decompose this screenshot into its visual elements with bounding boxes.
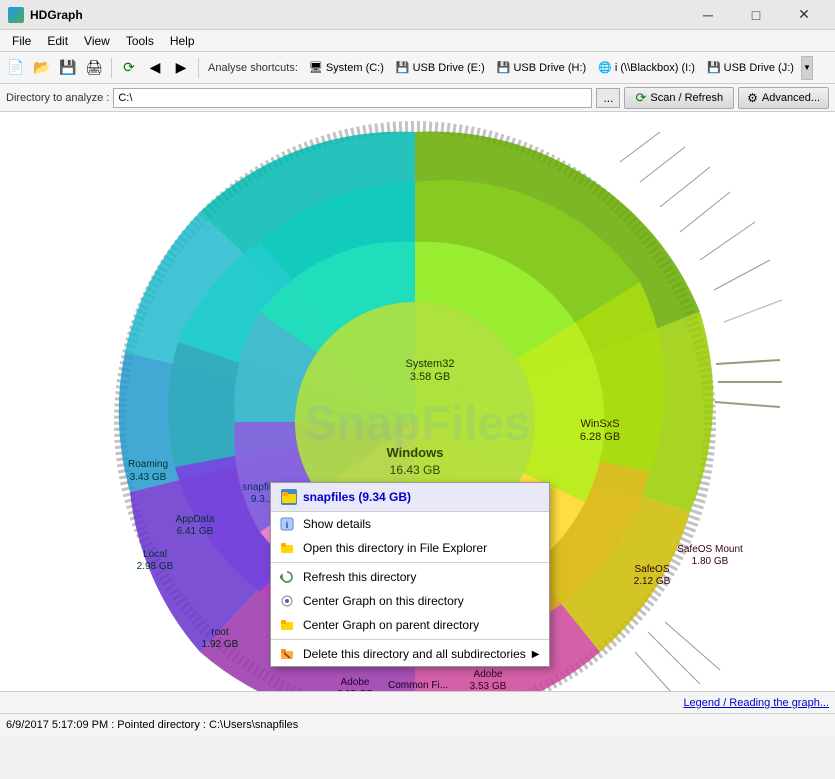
svg-text:Adobe: Adobe	[341, 677, 370, 688]
context-menu: snapfiles (9.34 GB) i Show details Open …	[270, 482, 550, 667]
refresh-icon	[279, 570, 295, 584]
ctx-delete-dir[interactable]: Delete this directory and all subdirecto…	[271, 642, 549, 666]
svg-text:AppData: AppData	[176, 514, 215, 525]
scan-refresh-button[interactable]: ⟳ Scan / Refresh	[624, 87, 734, 109]
toolbar-expand[interactable]: ▼	[801, 56, 813, 80]
print-button[interactable]: 🖨	[82, 56, 106, 80]
close-button[interactable]: ✕	[781, 0, 827, 30]
shortcut-blackbox-i[interactable]: 🌐 i (\\Blackbox) (I:)	[593, 57, 700, 79]
ctx-open-explorer[interactable]: Open this directory in File Explorer	[271, 536, 549, 560]
ctx-separator-1	[271, 562, 549, 563]
svg-text:16.43 GB: 16.43 GB	[390, 463, 441, 477]
svg-text:Windows: Windows	[387, 445, 444, 460]
svg-text:System32: System32	[406, 358, 455, 370]
title-bar-text: HDGraph	[30, 8, 685, 22]
address-bar: Directory to analyze : ... ⟳ Scan / Refr…	[0, 84, 835, 112]
svg-text:1.80 GB: 1.80 GB	[692, 556, 729, 567]
menu-edit[interactable]: Edit	[39, 30, 76, 52]
browse-button[interactable]: ...	[596, 88, 620, 108]
delete-icon	[279, 647, 295, 661]
svg-text:SafeOS: SafeOS	[634, 564, 669, 575]
folder-open-icon	[279, 541, 295, 555]
svg-text:6.41 GB: 6.41 GB	[177, 526, 214, 537]
address-input[interactable]	[113, 88, 592, 108]
shortcut-usb-h[interactable]: 💾 USB Drive (H:)	[492, 57, 591, 79]
center-icon	[279, 594, 295, 608]
menu-bar: File Edit View Tools Help	[0, 30, 835, 52]
status-text: 6/9/2017 5:17:09 PM : Pointed directory …	[6, 719, 298, 731]
footer-bar: 6/9/2017 5:17:09 PM : Pointed directory …	[0, 713, 835, 735]
ctx-center-graph[interactable]: Center Graph on this directory	[271, 589, 549, 613]
context-menu-header: snapfiles (9.34 GB)	[271, 483, 549, 512]
svg-text:1.92 GB: 1.92 GB	[202, 639, 239, 650]
back-button[interactable]: ◀	[143, 56, 167, 80]
ctx-center-parent[interactable]: Center Graph on parent directory	[271, 613, 549, 637]
open-button[interactable]: 📂	[30, 56, 54, 80]
status-bar: Legend / Reading the graph...	[0, 691, 835, 713]
title-bar-controls: ─ □ ✕	[685, 0, 827, 30]
refresh-button[interactable]: ⟳	[117, 56, 141, 80]
svg-text:SafeOS Mount: SafeOS Mount	[677, 544, 743, 555]
app-icon	[8, 7, 24, 23]
svg-text:i: i	[286, 520, 289, 530]
maximize-button[interactable]: □	[733, 0, 779, 30]
svg-text:2.98 GB: 2.98 GB	[137, 561, 174, 572]
svg-text:Local: Local	[143, 549, 167, 560]
advanced-icon: ⚙	[747, 91, 758, 105]
shortcut-system-c[interactable]: 🖥 System (C:)	[304, 57, 389, 79]
minimize-button[interactable]: ─	[685, 0, 731, 30]
menu-help[interactable]: Help	[162, 30, 203, 52]
svg-text:Roaming: Roaming	[128, 459, 168, 470]
save-button[interactable]: 💾	[56, 56, 80, 80]
toolbar-separator-1	[111, 58, 112, 78]
ctx-separator-2	[271, 639, 549, 640]
new-button[interactable]: 📄	[4, 56, 28, 80]
submenu-arrow: ▶	[532, 649, 540, 660]
folder-icon	[281, 489, 297, 505]
svg-text:Adobe: Adobe	[474, 669, 503, 680]
refresh-icon: ⟳	[635, 90, 646, 106]
address-label: Directory to analyze :	[6, 92, 109, 104]
info-icon: i	[279, 517, 295, 531]
svg-text:WinSxS: WinSxS	[580, 418, 619, 430]
svg-text:6.28 GB: 6.28 GB	[580, 431, 620, 443]
svg-text:3.58 GB: 3.58 GB	[410, 371, 450, 383]
ctx-refresh-dir[interactable]: Refresh this directory	[271, 565, 549, 589]
title-bar: HDGraph ─ □ ✕	[0, 0, 835, 30]
shortcut-usb-e[interactable]: 💾 USB Drive (E:)	[391, 57, 490, 79]
svg-text:3.43 GB: 3.43 GB	[130, 472, 167, 483]
legend-button[interactable]: Legend / Reading the graph...	[683, 697, 829, 709]
menu-tools[interactable]: Tools	[118, 30, 162, 52]
toolbar: 📄 📂 💾 🖨 ⟳ ◀ ▶ Analyse shortcuts: 🖥 Syste…	[0, 52, 835, 84]
analyse-label: Analyse shortcuts:	[208, 62, 298, 74]
menu-file[interactable]: File	[4, 30, 39, 52]
forward-button[interactable]: ▶	[169, 56, 193, 80]
shortcut-usb-j[interactable]: 💾 USB Drive (J:)	[702, 57, 799, 79]
svg-text:Common Fi...: Common Fi...	[388, 680, 448, 691]
svg-text:2.12 GB: 2.12 GB	[634, 576, 671, 587]
folder-up-icon	[279, 618, 295, 632]
menu-view[interactable]: View	[76, 30, 118, 52]
ctx-show-details[interactable]: i Show details	[271, 512, 549, 536]
advanced-button[interactable]: ⚙ Advanced...	[738, 87, 829, 109]
toolbar-separator-2	[198, 58, 199, 78]
svg-text:root: root	[211, 627, 228, 638]
main-content: Windows 16.43 GB snapfiles 9.3... System…	[0, 112, 835, 735]
